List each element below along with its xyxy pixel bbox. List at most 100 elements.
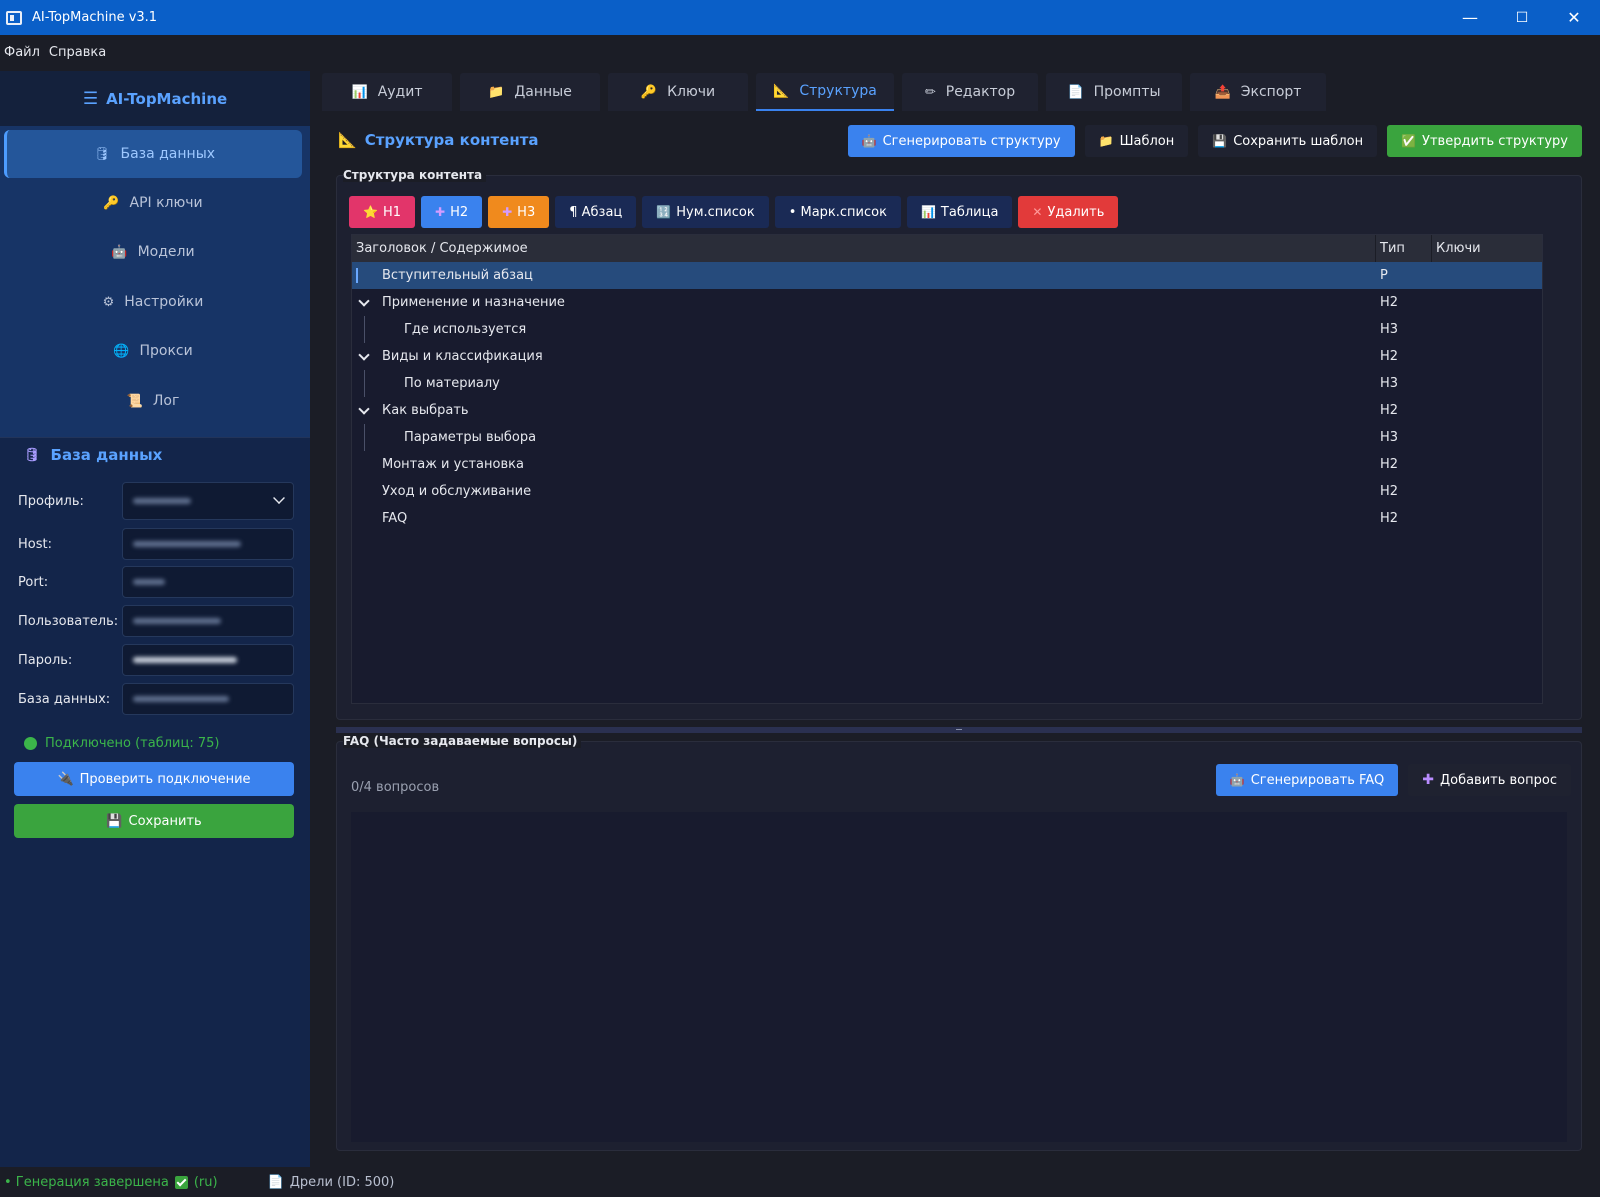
save-button[interactable]: 💾 Сохранить bbox=[14, 804, 294, 838]
title-bar: AI-TopMachine v3.1 — ☐ ✕ bbox=[0, 0, 1600, 35]
plus-icon: ✚ bbox=[1422, 772, 1434, 788]
menu-file[interactable]: Файл bbox=[4, 45, 40, 60]
chevron-down-icon[interactable] bbox=[358, 403, 370, 415]
port-input[interactable] bbox=[122, 566, 294, 598]
sidebar-item-database[interactable]: 🛢 База данных bbox=[4, 130, 302, 178]
tree-row[interactable]: Уход и обслуживание H2 bbox=[352, 478, 1542, 505]
chart-icon: 📊 bbox=[351, 84, 368, 100]
key-icon: 🔑 bbox=[103, 195, 120, 211]
tab-export[interactable]: 📤 Экспорт bbox=[1190, 73, 1326, 111]
check-connection-button[interactable]: 🔌 Проверить подключение bbox=[14, 762, 294, 796]
approve-structure-button[interactable]: ✅ Утвердить структуру bbox=[1387, 125, 1582, 157]
column-header-title[interactable]: Заголовок / Содержимое bbox=[352, 235, 1376, 262]
close-button[interactable]: ✕ bbox=[1548, 0, 1600, 35]
structure-toolbar: ⭐ H1 ✚ H2 ✚ H3 ¶ Абзац 🔢 Нум.список • Ма… bbox=[349, 196, 1124, 228]
save-template-button[interactable]: 💾 Сохранить шаблон bbox=[1198, 125, 1378, 157]
tree-row[interactable]: По материалу H3 bbox=[352, 370, 1542, 397]
tab-structure[interactable]: 📐 Структура bbox=[756, 73, 894, 111]
chevron-down-icon[interactable] bbox=[358, 295, 370, 307]
password-row: Пароль: bbox=[18, 644, 294, 676]
key-icon: 🔑 bbox=[640, 84, 658, 100]
tree-header: Заголовок / Содержимое Тип Ключи bbox=[352, 235, 1542, 262]
table-icon: 📊 bbox=[920, 205, 936, 219]
plus-icon: ✚ bbox=[435, 205, 446, 219]
tab-data[interactable]: 📁 Данные bbox=[460, 73, 600, 111]
tab-prompts[interactable]: 📄 Промпты bbox=[1046, 73, 1182, 111]
column-header-keys[interactable]: Ключи bbox=[1432, 241, 1481, 256]
window-title: AI-TopMachine v3.1 bbox=[32, 10, 158, 25]
sidebar-item-models[interactable]: 🤖 Модели bbox=[4, 228, 302, 276]
tree-row[interactable]: Виды и классификация H2 bbox=[352, 343, 1542, 370]
robot-icon: 🤖 bbox=[861, 134, 877, 148]
add-bulleted-list-button[interactable]: • Марк.список bbox=[774, 196, 901, 228]
sidebar-item-label: Модели bbox=[137, 244, 195, 260]
structure-tree[interactable]: Заголовок / Содержимое Тип Ключи Вступит… bbox=[351, 234, 1543, 704]
add-paragraph-button[interactable]: ¶ Абзац bbox=[555, 196, 637, 228]
template-button[interactable]: 📁 Шаблон bbox=[1084, 125, 1189, 157]
triangle-ruler-icon: 📐 bbox=[338, 131, 357, 149]
tree-row[interactable]: Где используется H3 bbox=[352, 316, 1542, 343]
faq-count: 0/4 вопросов bbox=[351, 780, 440, 795]
tab-editor[interactable]: ✏ Редактор bbox=[902, 73, 1038, 111]
checkmark-icon bbox=[174, 1175, 188, 1189]
add-h3-button[interactable]: ✚ H3 bbox=[488, 196, 550, 228]
tree-row[interactable]: Параметры выбора H3 bbox=[352, 424, 1542, 451]
sidebar-item-settings[interactable]: ⚙ Настройки bbox=[4, 278, 302, 326]
add-numbered-list-button[interactable]: 🔢 Нум.список bbox=[642, 196, 769, 228]
sidebar-item-label: Прокси bbox=[139, 343, 193, 359]
column-header-type[interactable]: Тип bbox=[1376, 235, 1432, 262]
chevron-down-icon[interactable] bbox=[358, 349, 370, 361]
app-icon bbox=[6, 10, 22, 25]
database-panel: 🛢 База данных Профиль: Host: Port: Польз… bbox=[0, 437, 310, 1167]
menu-help[interactable]: Справка bbox=[49, 45, 106, 60]
sidebar-item-label: Лог bbox=[152, 393, 180, 409]
user-input[interactable] bbox=[122, 605, 294, 637]
password-label: Пароль: bbox=[18, 652, 73, 668]
faq-list[interactable] bbox=[351, 812, 1567, 1142]
chevron-down-icon bbox=[273, 492, 285, 504]
tree-row[interactable]: Монтаж и установка H2 bbox=[352, 451, 1542, 478]
sidebar: ☰ AI-TopMachine 🛢 База данных 🔑 API ключ… bbox=[0, 71, 310, 1167]
sidebar-item-proxy[interactable]: 🌐 Прокси bbox=[4, 327, 302, 375]
generate-faq-button[interactable]: 🤖 Сгенерировать FAQ bbox=[1215, 764, 1399, 796]
add-h2-button[interactable]: ✚ H2 bbox=[421, 196, 483, 228]
close-icon: ✕ bbox=[1032, 205, 1043, 219]
add-question-button[interactable]: ✚ Добавить вопрос bbox=[1408, 764, 1571, 796]
robot-icon: 🤖 bbox=[1229, 773, 1245, 787]
tree-row[interactable]: Как выбрать H2 bbox=[352, 397, 1542, 424]
dbname-label: База данных: bbox=[18, 691, 111, 707]
tab-bar: 📊 Аудит 📁 Данные 🔑 Ключи 📐 Структура ✏ Р… bbox=[322, 73, 1334, 113]
port-row: Port: bbox=[18, 566, 294, 598]
maximize-button[interactable]: ☐ bbox=[1496, 0, 1548, 35]
tab-audit[interactable]: 📊 Аудит bbox=[322, 73, 452, 111]
generate-structure-button[interactable]: 🤖 Сгенерировать структуру bbox=[847, 125, 1075, 157]
tree-row[interactable]: Вступительный абзац P bbox=[352, 262, 1542, 289]
splitter-handle[interactable] bbox=[336, 727, 1582, 733]
menu-icon[interactable]: ☰ bbox=[83, 89, 98, 109]
brand: ☰ AI-TopMachine bbox=[0, 71, 310, 126]
dbname-input[interactable] bbox=[122, 683, 294, 715]
main-area: 📊 Аудит 📁 Данные 🔑 Ключи 📐 Структура ✏ Р… bbox=[316, 71, 1600, 1167]
profile-select[interactable] bbox=[122, 482, 294, 520]
tab-keys[interactable]: 🔑 Ключи bbox=[608, 73, 748, 111]
tree-row[interactable]: Применение и назначение H2 bbox=[352, 289, 1542, 316]
password-input[interactable] bbox=[122, 644, 294, 676]
tree-row[interactable]: FAQ H2 bbox=[352, 505, 1542, 532]
sidebar-item-api-keys[interactable]: 🔑 API ключи bbox=[4, 179, 302, 227]
page-title: 📐 Структура контента bbox=[338, 131, 539, 149]
add-h1-button[interactable]: ⭐ H1 bbox=[349, 196, 415, 228]
document-icon: 📄 bbox=[1067, 84, 1084, 100]
floppy-icon: 💾 bbox=[106, 813, 123, 829]
user-row: Пользователь: bbox=[18, 605, 294, 637]
faq-group: FAQ (Часто задаваемые вопросы) 0/4 вопро… bbox=[336, 734, 1582, 1151]
faq-actions: 🤖 Сгенерировать FAQ ✚ Добавить вопрос bbox=[1206, 764, 1571, 796]
minimize-button[interactable]: — bbox=[1444, 0, 1496, 35]
structure-actions: 🤖 Сгенерировать структуру 📁 Шаблон 💾 Сох… bbox=[838, 125, 1582, 157]
database-panel-title: 🛢 База данных bbox=[24, 446, 163, 464]
current-document: 📄 Дрели (ID: 500) bbox=[267, 1174, 395, 1190]
delete-button[interactable]: ✕ Удалить bbox=[1018, 196, 1119, 228]
host-input[interactable] bbox=[122, 528, 294, 560]
connection-status: Подключено (таблиц: 75) bbox=[24, 736, 219, 751]
add-table-button[interactable]: 📊 Таблица bbox=[906, 196, 1013, 228]
sidebar-item-log[interactable]: 📜 Лог bbox=[4, 377, 302, 425]
